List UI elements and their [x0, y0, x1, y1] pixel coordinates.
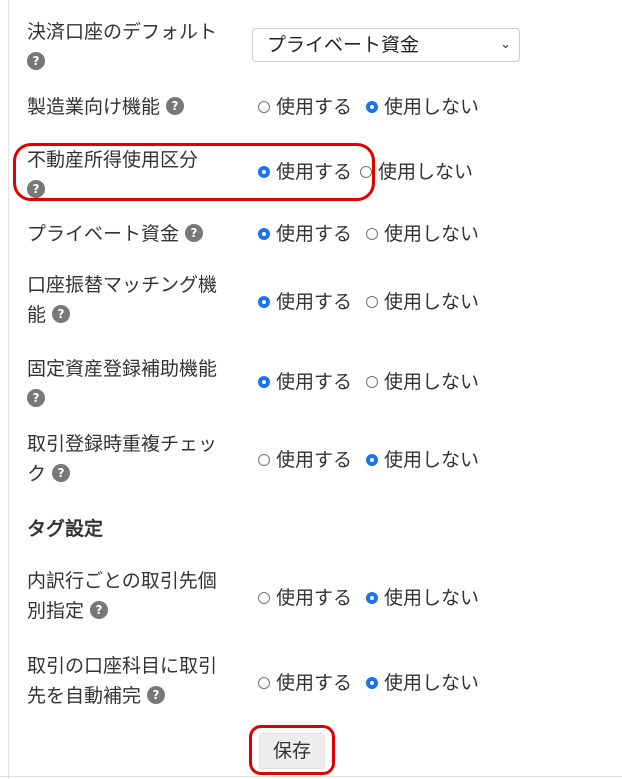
annotation-highlight — [249, 725, 335, 775]
setting-label-line1: 取引登録時重複チェッ — [27, 433, 218, 455]
help-icon[interactable]: ? — [27, 51, 45, 70]
tag-section-title: タグ設定 — [27, 518, 104, 540]
radio-group: 使用する 使用しない — [258, 92, 493, 122]
radio-use[interactable]: 使用する — [258, 92, 352, 122]
radio-nouse[interactable]: 使用しない — [366, 287, 479, 317]
setting-label-line1: 口座振替マッチング機 — [27, 274, 218, 296]
default-account-select[interactable]: プライベート資金 ⌄ — [252, 28, 520, 62]
left-border — [8, 0, 9, 779]
radio-group: 使用する 使用しない — [258, 445, 493, 475]
radio-nouse[interactable]: 使用しない — [366, 445, 479, 475]
setting-label-line2: 能 — [27, 304, 47, 326]
radio-use[interactable]: 使用する — [258, 668, 352, 698]
radio-group: 使用する 使用しない — [258, 583, 493, 613]
annotation-highlight — [13, 143, 375, 201]
radio-nouse[interactable]: 使用しない — [366, 668, 479, 698]
bottom-divider — [0, 776, 622, 777]
help-icon[interactable]: ? — [147, 685, 166, 704]
radio-unchecked-icon[interactable] — [366, 228, 379, 240]
radio-checked-icon[interactable] — [366, 677, 379, 689]
help-icon[interactable]: ? — [185, 223, 204, 242]
help-icon[interactable]: ? — [52, 463, 71, 482]
setting-label-line2: 別指定 — [27, 600, 85, 622]
radio-nouse[interactable]: 使用しない — [366, 367, 479, 397]
setting-label-line1: 内訳行ごとの取引先個 — [27, 570, 217, 592]
setting-label: プライベート資金 — [27, 223, 180, 245]
help-icon[interactable]: ? — [27, 388, 45, 407]
setting-label-line2: 先を自動補完 — [27, 685, 142, 707]
radio-nouse[interactable]: 使用しない — [366, 92, 479, 122]
radio-use[interactable]: 使用する — [258, 445, 352, 475]
radio-unchecked-icon[interactable] — [258, 592, 270, 604]
radio-unchecked-icon[interactable] — [258, 101, 270, 113]
chevron-down-icon: ⌄ — [500, 37, 511, 52]
radio-use[interactable]: 使用する — [258, 219, 352, 249]
radio-checked-icon[interactable] — [258, 376, 270, 388]
radio-checked-icon[interactable] — [366, 454, 379, 466]
help-icon[interactable]: ? — [52, 304, 71, 323]
radio-use[interactable]: 使用する — [258, 367, 352, 397]
setting-label: 製造業向け機能 — [27, 96, 161, 118]
radio-group: 使用する 使用しない — [258, 668, 493, 698]
radio-group: 使用する 使用しない — [258, 219, 493, 249]
default-account-label: 決済口座のデフォルト — [27, 21, 218, 43]
radio-unchecked-icon[interactable] — [258, 677, 270, 689]
radio-unchecked-icon[interactable] — [366, 296, 379, 308]
radio-group: 使用する 使用しない — [258, 367, 493, 397]
radio-unchecked-icon[interactable] — [366, 376, 379, 388]
radio-group: 使用する 使用しない — [258, 287, 493, 317]
default-account-select-value: プライベート資金 — [267, 34, 420, 56]
setting-label: 固定資産登録補助機能 — [27, 358, 218, 380]
radio-checked-icon[interactable] — [258, 228, 270, 240]
setting-label-line2: ク — [27, 463, 47, 485]
radio-nouse[interactable]: 使用しない — [366, 583, 479, 613]
setting-label-line1: 取引の口座科目に取引 — [27, 655, 218, 677]
radio-checked-icon[interactable] — [366, 592, 379, 604]
help-icon[interactable]: ? — [166, 96, 185, 115]
radio-checked-icon[interactable] — [366, 101, 379, 113]
radio-unchecked-icon[interactable] — [258, 454, 270, 466]
radio-use[interactable]: 使用する — [258, 287, 352, 317]
radio-nouse[interactable]: 使用しない — [366, 219, 479, 249]
radio-use[interactable]: 使用する — [258, 583, 352, 613]
radio-checked-icon[interactable] — [258, 296, 270, 308]
radio-nouse[interactable]: 使用しない — [360, 157, 473, 187]
help-icon[interactable]: ? — [90, 600, 109, 619]
